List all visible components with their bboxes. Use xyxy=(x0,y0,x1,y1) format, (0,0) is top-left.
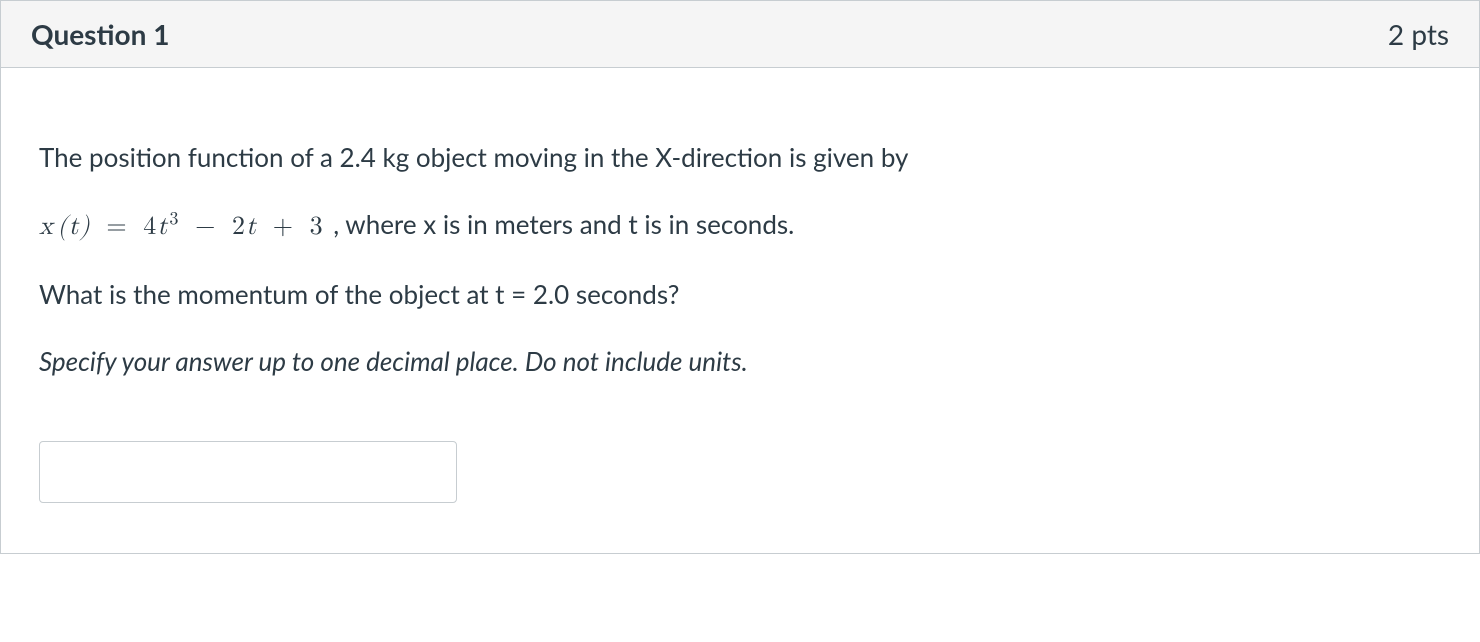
question-instruction-text: Specify your answer up to one decimal pl… xyxy=(39,342,1441,381)
question-header: Question 1 2 pts xyxy=(1,1,1479,68)
answer-input-wrapper xyxy=(39,441,1441,503)
eq-term1-exp: 3 xyxy=(169,209,179,228)
question-points: 2 pts xyxy=(1388,17,1449,51)
equation-suffix-text: , where x is in meters and t is in secon… xyxy=(333,208,794,240)
eq-lhs-var: x xyxy=(39,214,54,240)
eq-lhs-arg: t xyxy=(68,214,79,240)
eq-term1-coef: 4 xyxy=(143,214,157,240)
eq-term3: 3 xyxy=(310,214,324,240)
question-intro-text: The position function of a 2.4 kg object… xyxy=(39,138,1441,177)
question-prompt-text: What is the momentum of the object at t … xyxy=(39,275,1441,314)
eq-term1-var: t xyxy=(157,214,168,240)
question-container: Question 1 2 pts The position function o… xyxy=(0,0,1480,554)
question-title: Question 1 xyxy=(31,17,169,51)
answer-input[interactable] xyxy=(39,441,457,503)
eq-term2-coef: 2 xyxy=(232,214,246,240)
eq-term2-var: t xyxy=(246,214,257,240)
question-body: The position function of a 2.4 kg object… xyxy=(1,68,1479,553)
equation-line: x (t) = 4t3 − 2t + 3 , where x is in met… xyxy=(39,205,1441,247)
equation-math: x (t) = 4t3 − 2t + 3 xyxy=(39,214,333,240)
